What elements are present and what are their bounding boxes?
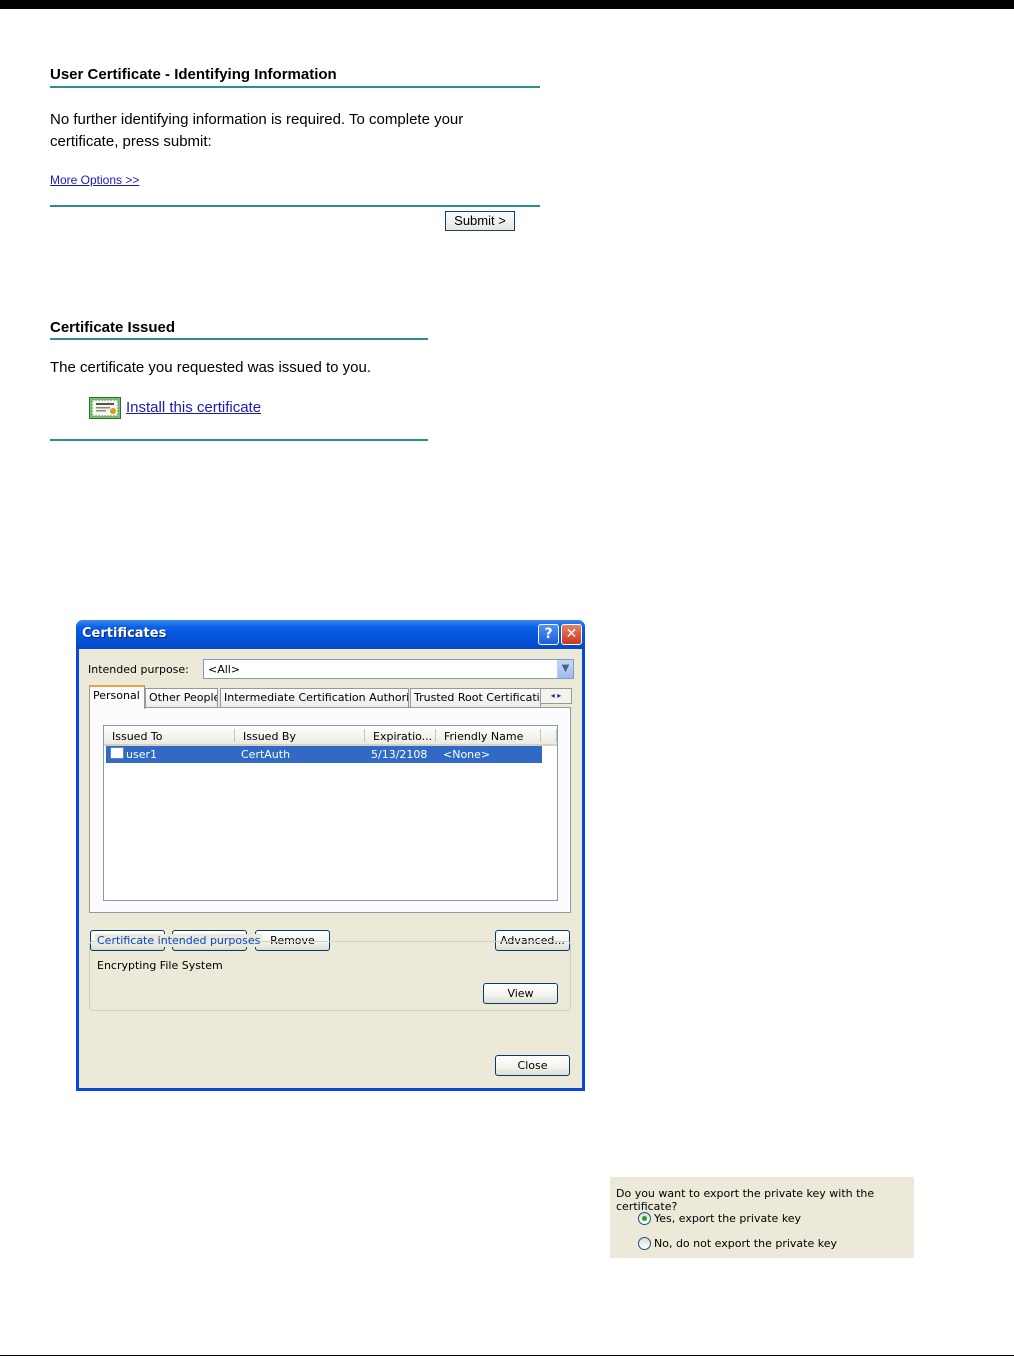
certificate-icon [110,747,124,759]
intended-purpose-label: Intended purpose: [88,663,189,676]
certificate-icon[interactable] [89,397,121,419]
radio-export-yes[interactable] [638,1212,651,1225]
intended-purpose-text: Encrypting File System [97,959,223,972]
export-no-label[interactable]: No, do not export the private key [654,1237,837,1250]
export-question: Do you want to export the private key wi… [616,1187,875,1213]
column-header-issued-to[interactable]: Issued To [104,726,235,746]
more-options-link[interactable]: More Options >> [50,173,139,187]
personal-tab-panel: Issued To Issued By Expiratio... Friendl… [89,707,571,913]
divider [50,338,428,340]
certificate-issued-text: The certificate you requested was issued… [50,359,372,376]
chevron-down-icon[interactable]: ▼ [557,660,573,678]
group-title: Certificate intended purposes [95,934,263,947]
tab-personal[interactable]: Personal [89,685,145,709]
section-title-identifying-info: User Certificate - Identifying Informati… [50,66,337,83]
tab-trusted-root[interactable]: Trusted Root Certification [410,688,541,707]
help-button[interactable]: ? [538,624,559,645]
tab-intermediate-ca[interactable]: Intermediate Certification Authorities [220,688,409,707]
export-yes-label[interactable]: Yes, export the private key [654,1212,801,1225]
section-title-certificate-issued: Certificate Issued [50,319,176,336]
column-header-filler [541,726,557,746]
divider [50,205,540,207]
intended-purpose-value: <All> [208,663,241,676]
install-certificate-link[interactable]: Install this certificate [126,399,261,416]
identifying-info-line1: No further identifying information is re… [50,111,464,128]
top-border [0,0,1014,9]
cell-expiration: 5/13/2108 [371,748,428,761]
intended-purpose-dropdown[interactable]: <All> ▼ [203,659,574,679]
tab-scroll-arrows-icon[interactable]: ◂ ▸ [540,688,572,704]
table-row[interactable]: user1 CertAuth 5/13/2108 <None> [106,746,542,763]
close-window-button[interactable]: ✕ [561,624,582,645]
cell-friendly-name: <None> [443,748,491,761]
identifying-info-line2: certificate, press submit: [50,133,212,150]
cell-issued-by: CertAuth [241,748,291,761]
cell-issued-to: user1 [126,748,157,761]
divider [50,86,540,88]
identifying-info-text: No further identifying information is re… [50,109,463,153]
tab-other-people[interactable]: Other People [145,688,218,707]
dialog-client-area: Intended purpose: <All> ▼ Personal Other… [79,649,582,1088]
column-header-friendly-name[interactable]: Friendly Name [436,726,541,746]
intended-purposes-group: Certificate intended purposes Encrypting… [89,934,571,1011]
column-header-issued-by[interactable]: Issued By [235,726,365,746]
certificate-list[interactable]: Issued To Issued By Expiratio... Friendl… [103,725,558,901]
column-header-expiration[interactable]: Expiratio... [365,726,436,746]
dialog-title: Certificates [82,626,167,641]
bottom-border [0,1355,1014,1356]
close-button[interactable]: Close [495,1055,570,1076]
submit-button[interactable]: Submit > [445,211,515,231]
view-button[interactable]: View [483,983,558,1004]
export-private-key-panel: Do you want to export the private key wi… [610,1177,914,1258]
certificates-dialog: Certificates ? ✕ Intended purpose: <All>… [76,620,585,1091]
divider [50,439,428,441]
radio-export-no[interactable] [638,1237,651,1250]
dialog-titlebar[interactable]: Certificates ? ✕ [76,620,585,649]
